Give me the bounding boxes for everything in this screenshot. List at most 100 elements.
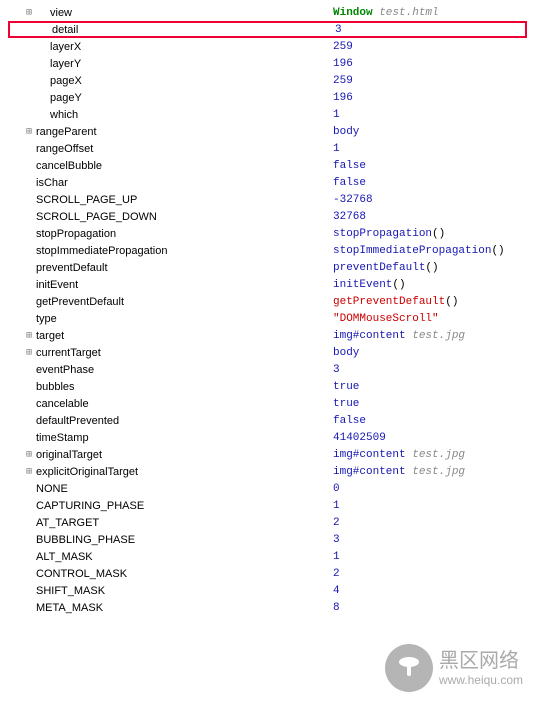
property-key: SCROLL_PAGE_DOWN [8, 211, 333, 223]
property-value: preventDefault() [333, 262, 439, 274]
property-row[interactable]: ⊞rangeParentbody [8, 123, 527, 140]
property-value: -32768 [333, 194, 373, 206]
property-value: "DOMMouseScroll" [333, 313, 439, 325]
property-key: CAPTURING_PHASE [8, 500, 333, 512]
property-value: 259 [333, 41, 353, 53]
property-row[interactable]: BUBBLING_PHASE 3 [8, 531, 527, 548]
property-row[interactable]: defaultPreventedfalse [8, 412, 527, 429]
property-name: isChar [36, 177, 68, 189]
property-row[interactable]: SCROLL_PAGE_UP -32768 [8, 191, 527, 208]
property-row[interactable]: type"DOMMouseScroll" [8, 310, 527, 327]
property-key: type [8, 313, 333, 325]
property-name: rangeParent [36, 126, 97, 138]
property-name: cancelable [36, 398, 89, 410]
property-key: AT_TARGET [8, 517, 333, 529]
property-row[interactable]: pageX259 [8, 72, 527, 89]
property-row[interactable]: pageY196 [8, 89, 527, 106]
property-key: rangeOffset [8, 143, 333, 155]
property-value: 2 [333, 568, 340, 580]
expand-icon[interactable]: ⊞ [22, 126, 36, 137]
property-key: NONE [8, 483, 333, 495]
property-key: preventDefault [8, 262, 333, 274]
property-key: pageY [8, 92, 333, 104]
property-row[interactable]: detail3 [8, 21, 527, 38]
expand-icon[interactable]: ⊞ [22, 449, 36, 460]
expand-icon[interactable]: ⊞ [22, 347, 36, 358]
property-key: SCROLL_PAGE_UP [8, 194, 333, 206]
property-value: body [333, 347, 359, 359]
property-key: layerX [8, 41, 333, 53]
property-key: ⊞explicitOriginalTarget [8, 466, 333, 478]
property-name: view [50, 7, 72, 19]
property-key: META_MASK [8, 602, 333, 614]
watermark-sub: www.heiqu.com [439, 673, 523, 687]
property-row[interactable]: ⊞currentTargetbody [8, 344, 527, 361]
property-row[interactable]: getPreventDefaultgetPreventDefault() [8, 293, 527, 310]
property-name: BUBBLING_PHASE [36, 534, 135, 546]
property-name: defaultPrevented [36, 415, 119, 427]
property-row[interactable]: which1 [8, 106, 527, 123]
expand-icon[interactable]: ⊞ [22, 7, 36, 18]
property-row[interactable]: rangeOffset1 [8, 140, 527, 157]
property-row[interactable]: CONTROL_MASK2 [8, 565, 527, 582]
property-value: 1 [333, 551, 340, 563]
property-value: img#content test.jpg [333, 466, 465, 478]
property-key: ⊞ view [8, 7, 333, 19]
property-key: ⊞target [8, 330, 333, 342]
watermark-icon [385, 644, 433, 692]
property-name: cancelBubble [36, 160, 102, 172]
property-name: SCROLL_PAGE_UP [36, 194, 137, 206]
property-value: false [333, 160, 366, 172]
property-name: pageX [50, 75, 82, 87]
property-name: preventDefault [36, 262, 108, 274]
property-row[interactable]: bubbles true [8, 378, 527, 395]
property-key: layerY [8, 58, 333, 70]
property-value: 8 [333, 602, 340, 614]
property-value: 3 [335, 24, 342, 36]
property-name: stopPropagation [36, 228, 116, 240]
property-row[interactable]: ALT_MASK 1 [8, 548, 527, 565]
property-value: 3 [333, 364, 340, 376]
property-value: 196 [333, 92, 353, 104]
property-row[interactable]: ⊞originalTargetimg#content test.jpg [8, 446, 527, 463]
property-value: 3 [333, 534, 340, 546]
property-row[interactable]: eventPhase3 [8, 361, 527, 378]
property-row[interactable]: SHIFT_MASK4 [8, 582, 527, 599]
property-name: layerX [50, 41, 81, 53]
property-name: CAPTURING_PHASE [36, 500, 144, 512]
property-value: true [333, 381, 359, 393]
property-row[interactable]: ⊞explicitOriginalTargetimg#content test.… [8, 463, 527, 480]
property-row[interactable]: layerX 259 [8, 38, 527, 55]
property-row[interactable]: ⊞viewWindow test.html [8, 4, 527, 21]
property-name: ALT_MASK [36, 551, 93, 563]
property-row[interactable]: cancelabletrue [8, 395, 527, 412]
property-row[interactable]: ⊞targetimg#content test.jpg [8, 327, 527, 344]
property-row[interactable]: timeStamp41402509 [8, 429, 527, 446]
property-row[interactable]: stopImmediatePropagationstopImmediatePro… [8, 242, 527, 259]
property-key: ⊞rangeParent [8, 126, 333, 138]
expand-icon[interactable]: ⊞ [22, 466, 36, 477]
property-row[interactable]: layerY196 [8, 55, 527, 72]
property-row[interactable]: SCROLL_PAGE_DOWN32768 [8, 208, 527, 225]
property-row[interactable]: cancelBubble false [8, 157, 527, 174]
property-value: 0 [333, 483, 340, 495]
property-key: detail [10, 24, 335, 36]
property-name: META_MASK [36, 602, 103, 614]
property-row[interactable]: stopPropagationstopPropagation() [8, 225, 527, 242]
property-name: stopImmediatePropagation [36, 245, 167, 257]
property-row[interactable]: NONE0 [8, 480, 527, 497]
property-row[interactable]: AT_TARGET2 [8, 514, 527, 531]
property-tree: ⊞viewWindow test.htmldetail3layerX259lay… [8, 4, 527, 616]
property-name: bubbles [36, 381, 75, 393]
property-key: which [8, 109, 333, 121]
property-row[interactable]: preventDefault preventDefault() [8, 259, 527, 276]
property-name: timeStamp [36, 432, 89, 444]
property-key: isChar [8, 177, 333, 189]
property-row[interactable]: initEventinitEvent() [8, 276, 527, 293]
property-name: rangeOffset [36, 143, 93, 155]
property-row[interactable]: isCharfalse [8, 174, 527, 191]
property-name: explicitOriginalTarget [36, 466, 138, 478]
property-row[interactable]: META_MASK 8 [8, 599, 527, 616]
expand-icon[interactable]: ⊞ [22, 330, 36, 341]
property-row[interactable]: CAPTURING_PHASE1 [8, 497, 527, 514]
